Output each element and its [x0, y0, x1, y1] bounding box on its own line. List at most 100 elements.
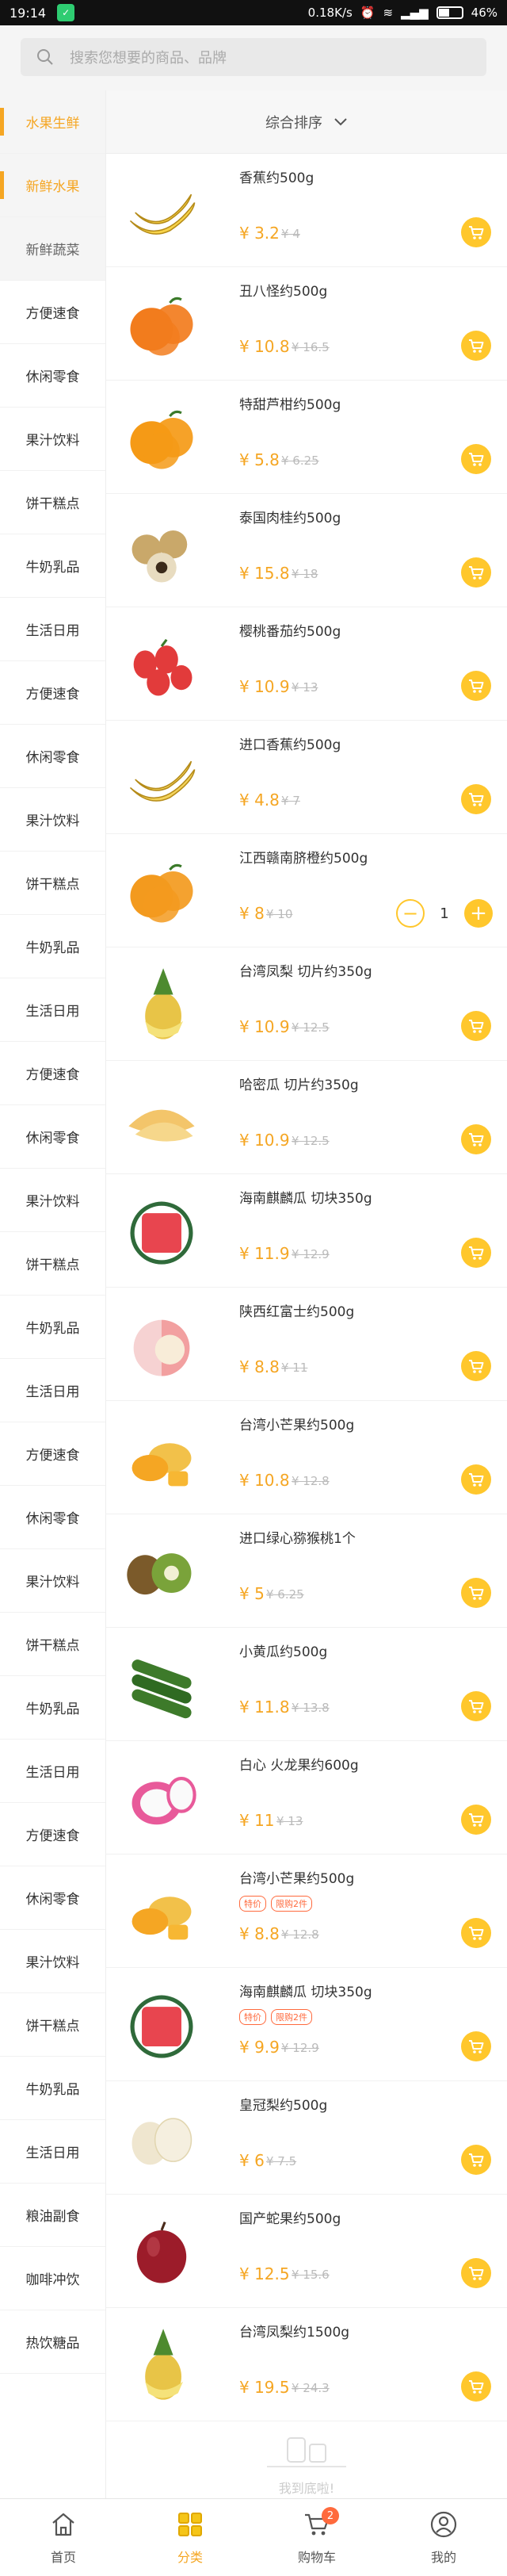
alarm-icon: ⏰ — [360, 6, 375, 20]
add-to-cart-button[interactable] — [461, 1124, 491, 1154]
cart-icon — [469, 1700, 484, 1713]
sidebar-item[interactable]: 生活日用 — [0, 1359, 105, 1422]
product-image — [120, 1757, 203, 1839]
minus-button[interactable]: − — [396, 899, 425, 928]
add-to-cart-button[interactable] — [461, 557, 491, 588]
product-item[interactable]: 皇冠梨约500g ¥ 6 ¥ 7.5 — [106, 2081, 507, 2195]
cart-icon — [469, 2380, 484, 2394]
sidebar-item[interactable]: 休闲零食 — [0, 344, 105, 408]
nav-item[interactable]: 分类 — [127, 2499, 254, 2576]
sidebar-item[interactable]: 方便速食 — [0, 1042, 105, 1105]
sidebar-item[interactable]: 咖啡冲饮 — [0, 2247, 105, 2310]
sidebar-item[interactable]: 饼干糕点 — [0, 1232, 105, 1296]
sidebar-item[interactable]: 果汁饮料 — [0, 408, 105, 471]
sidebar-item[interactable]: 饼干糕点 — [0, 852, 105, 915]
product-item[interactable]: 进口绿心猕猴桃1个 ¥ 5 ¥ 6.25 — [106, 1514, 507, 1628]
product-item[interactable]: 进口香蕉约500g ¥ 4.8 ¥ 7 — [106, 721, 507, 834]
sidebar-item[interactable]: 新鲜水果 — [0, 154, 105, 217]
add-to-cart-button[interactable] — [461, 2371, 491, 2402]
sidebar-item[interactable]: 牛奶乳品 — [0, 1676, 105, 1740]
cart-icon — [469, 2153, 484, 2167]
sidebar-item[interactable]: 休闲零食 — [0, 1866, 105, 1930]
add-to-cart-button[interactable] — [461, 2031, 491, 2061]
product-item[interactable]: 台湾凤梨 切片约350g ¥ 10.9 ¥ 12.5 — [106, 947, 507, 1061]
sidebar-item[interactable]: 果汁饮料 — [0, 788, 105, 852]
product-price: ¥ 19.5 — [239, 2378, 290, 2397]
sidebar-item[interactable]: 热饮糖品 — [0, 2310, 105, 2374]
sidebar-item[interactable]: 休闲零食 — [0, 725, 105, 788]
sidebar-item[interactable]: 饼干糕点 — [0, 1993, 105, 2057]
search-input[interactable]: 搜索您想要的商品、品牌 — [21, 38, 486, 76]
product-image — [120, 1077, 203, 1159]
product-item[interactable]: 丑八怪约500g ¥ 10.8 ¥ 16.5 — [106, 267, 507, 381]
sidebar-item[interactable]: 生活日用 — [0, 598, 105, 661]
sidebar-item[interactable]: 牛奶乳品 — [0, 1296, 105, 1359]
add-to-cart-button[interactable] — [461, 1691, 491, 1721]
add-to-cart-button[interactable] — [461, 1918, 491, 1948]
sidebar-item[interactable]: 粮油副食 — [0, 2184, 105, 2247]
sidebar-item[interactable]: 牛奶乳品 — [0, 534, 105, 598]
sidebar-item[interactable]: 饼干糕点 — [0, 1613, 105, 1676]
add-to-cart-button[interactable] — [461, 671, 491, 701]
sidebar-item[interactable]: 休闲零食 — [0, 1105, 105, 1169]
nav-label: 购物车 — [297, 2549, 336, 2565]
sidebar-item-label: 饼干糕点 — [25, 1638, 80, 1654]
add-to-cart-button[interactable] — [461, 1011, 491, 1041]
sidebar-item[interactable]: 果汁饮料 — [0, 1930, 105, 1993]
sidebar-item[interactable]: 饼干糕点 — [0, 471, 105, 534]
sidebar-item[interactable]: 生活日用 — [0, 1740, 105, 1803]
add-to-cart-button[interactable] — [461, 1464, 491, 1495]
add-to-cart-button[interactable] — [461, 1805, 491, 1835]
sort-dropdown[interactable]: 综合排序 — [106, 90, 507, 154]
sidebar-item[interactable]: 新鲜蔬菜 — [0, 217, 105, 281]
sidebar-item[interactable]: 水果生鲜 — [0, 90, 105, 154]
sidebar-item[interactable]: 牛奶乳品 — [0, 2057, 105, 2120]
promo-tag: 限购2件 — [271, 1896, 312, 1912]
product-item[interactable]: 台湾凤梨约1500g ¥ 19.5 ¥ 24.3 — [106, 2308, 507, 2421]
product-original-price: ¥ 12.5 — [292, 1020, 330, 1035]
nav-item[interactable]: 购物车 2 — [254, 2499, 380, 2576]
add-to-cart-button[interactable] — [461, 1351, 491, 1381]
sidebar-item[interactable]: 方便速食 — [0, 661, 105, 725]
sidebar-item[interactable]: 牛奶乳品 — [0, 915, 105, 978]
product-image — [120, 2210, 203, 2293]
product-item[interactable]: 哈密瓜 切片约350g ¥ 10.9 ¥ 12.5 — [106, 1061, 507, 1174]
product-item[interactable]: 陕西红富士约500g ¥ 8.8 ¥ 11 — [106, 1288, 507, 1401]
product-item[interactable]: 江西赣南脐橙约500g ¥ 8 ¥ 10 −1 + — [106, 834, 507, 947]
product-item[interactable]: 国产蛇果约500g ¥ 12.5 ¥ 15.6 — [106, 2195, 507, 2308]
add-to-cart-button[interactable] — [461, 2145, 491, 2175]
nav-item[interactable]: 首页 — [0, 2499, 127, 2576]
product-item[interactable]: 泰国肉桂约500g ¥ 15.8 ¥ 18 — [106, 494, 507, 607]
add-to-cart-button[interactable] — [461, 1238, 491, 1268]
end-of-list: 我到底啦! — [106, 2421, 507, 2498]
product-item[interactable]: 台湾小芒果约500g ¥ 10.8 ¥ 12.8 — [106, 1401, 507, 1514]
sidebar-item[interactable]: 果汁饮料 — [0, 1169, 105, 1232]
sidebar-item[interactable]: 生活日用 — [0, 978, 105, 1042]
sidebar-item[interactable]: 果汁饮料 — [0, 1549, 105, 1613]
sidebar-item[interactable]: 方便速食 — [0, 281, 105, 344]
product-item[interactable]: 樱桃番茄约500g ¥ 10.9 ¥ 13 — [106, 607, 507, 721]
add-to-cart-button[interactable] — [461, 217, 491, 247]
product-item[interactable]: 小黄瓜约500g ¥ 11.8 ¥ 13.8 — [106, 1628, 507, 1741]
add-to-cart-button[interactable] — [461, 2258, 491, 2288]
product-item[interactable]: 白心 火龙果约600g ¥ 11 ¥ 13 — [106, 1741, 507, 1854]
add-to-cart-button[interactable] — [461, 444, 491, 474]
product-item[interactable]: 台湾小芒果约500g 特价 限购2件 ¥ 8.8 ¥ 12.8 — [106, 1854, 507, 1968]
nav-item[interactable]: 我的 — [380, 2499, 507, 2576]
plus-button[interactable]: + — [464, 899, 493, 928]
product-original-price: ¥ 7.5 — [266, 2154, 297, 2168]
product-item[interactable]: 海南麒麟瓜 切块350g 特价 限购2件 ¥ 9.9 ¥ 12.9 — [106, 1968, 507, 2081]
sidebar-item[interactable]: 方便速食 — [0, 1803, 105, 1866]
add-to-cart-button[interactable] — [461, 1578, 491, 1608]
add-to-cart-button[interactable] — [461, 784, 491, 814]
add-to-cart-button[interactable] — [461, 331, 491, 361]
sidebar-item-label: 果汁饮料 — [25, 813, 80, 829]
product-item[interactable]: 海南麒麟瓜 切块350g ¥ 11.9 ¥ 12.9 — [106, 1174, 507, 1288]
product-item[interactable]: 特甜芦柑约500g ¥ 5.8 ¥ 6.25 — [106, 381, 507, 494]
sidebar-item[interactable]: 方便速食 — [0, 1422, 105, 1486]
category-sidebar: 水果生鲜 新鲜水果 新鲜蔬菜 方便速食 休闲零食 果汁饮料 饼干糕点 牛奶乳品 生活日用 方便速食… — [0, 90, 106, 2498]
cart-icon — [469, 1246, 484, 1260]
product-item[interactable]: 香蕉约500g ¥ 3.2 ¥ 4 — [106, 154, 507, 267]
sidebar-item[interactable]: 生活日用 — [0, 2120, 105, 2184]
sidebar-item[interactable]: 休闲零食 — [0, 1486, 105, 1549]
